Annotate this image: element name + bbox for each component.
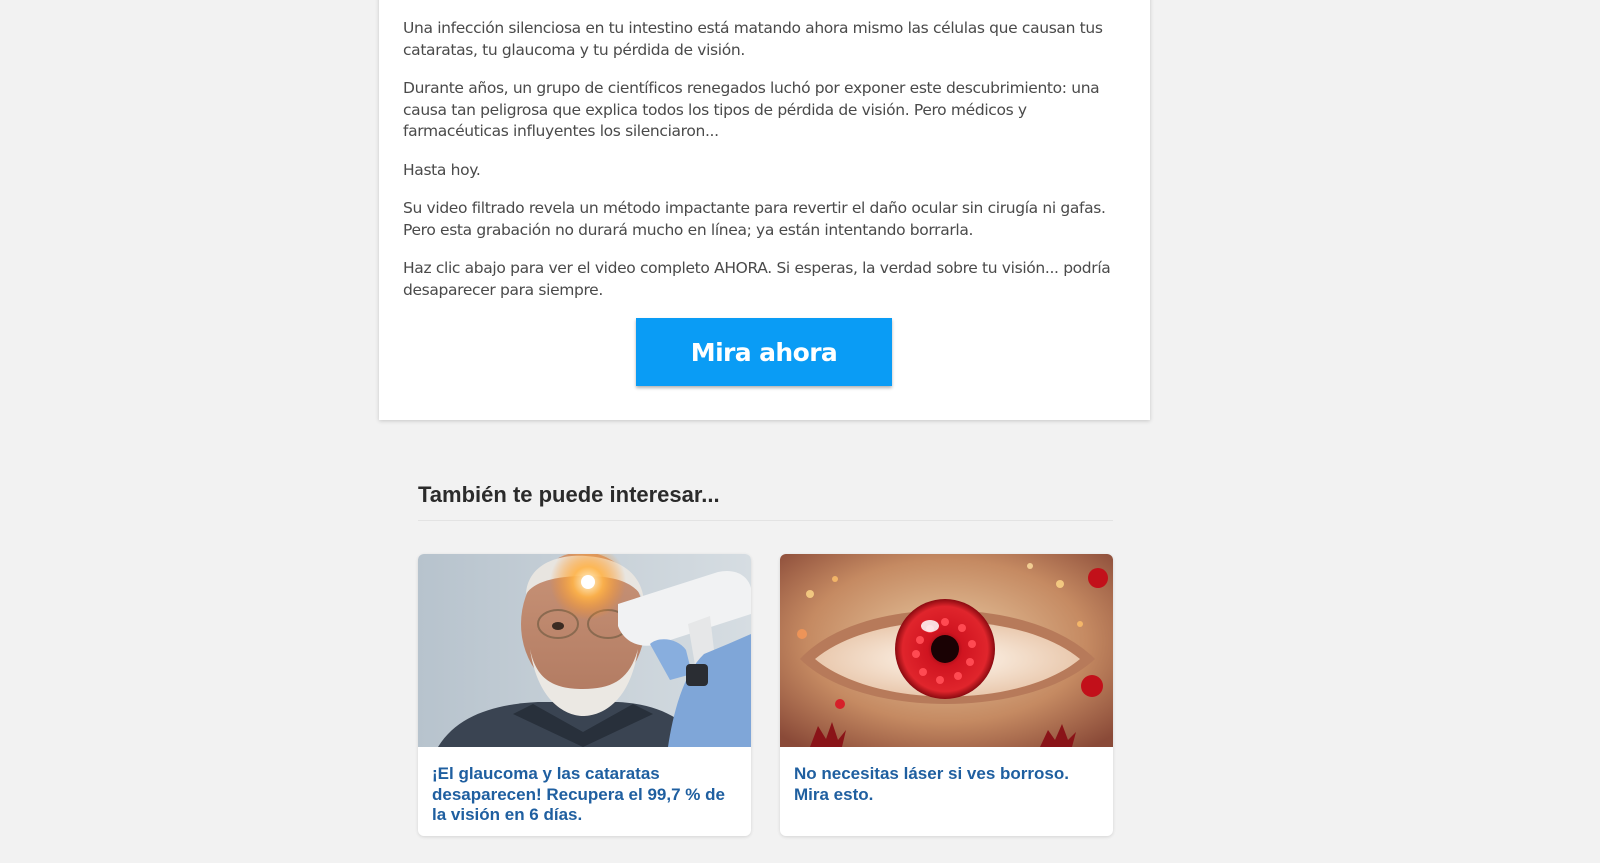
related-section: También te puede interesar... ¡El glauco… xyxy=(418,480,1113,836)
article-paragraph: Su video filtrado revela un método impac… xyxy=(403,199,1106,239)
related-card-title[interactable]: No necesitas láser si ves borroso. Mira … xyxy=(794,764,1099,805)
older-man-eye-exam-image xyxy=(418,554,751,747)
related-heading: También te puede interesar... xyxy=(418,480,1113,521)
article-paragraph: Una infección silenciosa en tu intestino… xyxy=(403,19,1103,59)
related-card-glaucoma[interactable]: ¡El glaucoma y las cataratas desaparecen… xyxy=(418,554,751,836)
related-card-blurry-vision[interactable]: No necesitas láser si ves borroso. Mira … xyxy=(780,554,1113,836)
article-paragraph: Durante años, un grupo de científicos re… xyxy=(403,79,1100,140)
related-grid: ¡El glaucoma y las cataratas desaparecen… xyxy=(418,554,1113,836)
article-paragraph: Haz clic abajo para ver el video complet… xyxy=(403,259,1111,299)
article-body: Una infección silenciosa en tu intestino… xyxy=(403,18,1123,318)
article-card: Una infección silenciosa en tu intestino… xyxy=(379,0,1150,420)
red-pomegranate-eye-image xyxy=(780,554,1113,747)
related-card-title[interactable]: ¡El glaucoma y las cataratas desaparecen… xyxy=(432,764,737,826)
article-paragraph: Hasta hoy. xyxy=(403,160,481,179)
watch-now-button[interactable]: Mira ahora xyxy=(636,318,892,386)
